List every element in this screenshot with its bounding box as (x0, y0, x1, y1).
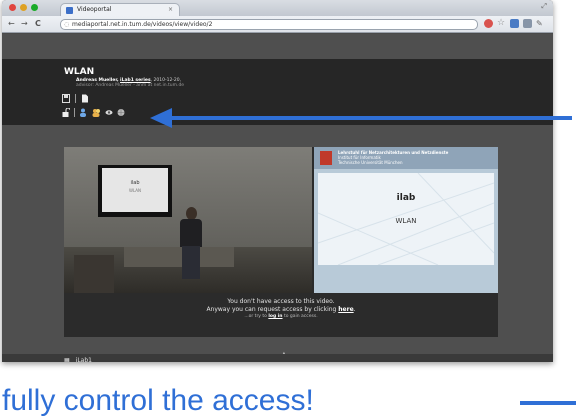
caption-underline (520, 401, 576, 405)
arrow-head (150, 108, 172, 128)
annotation-arrow (150, 108, 572, 128)
caption-text: fully control the access! (2, 384, 314, 417)
